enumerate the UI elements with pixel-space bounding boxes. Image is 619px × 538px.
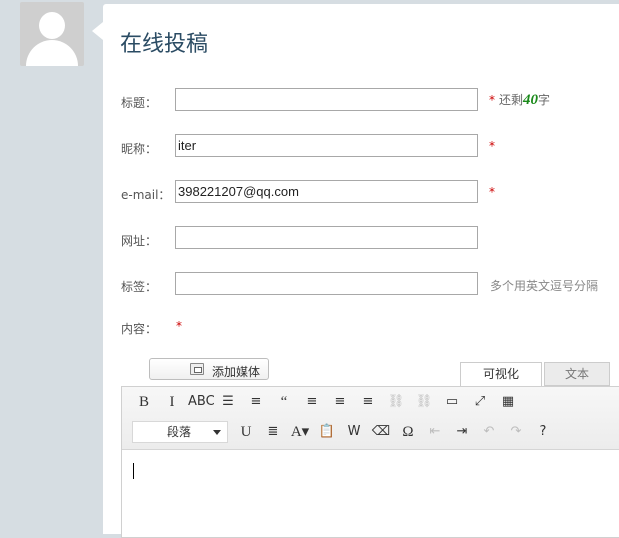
bold-button[interactable]: B	[132, 390, 156, 414]
text-color-button[interactable]: A▾	[288, 420, 312, 444]
submission-card: 在线投稿 标题： * 还剩40字 昵称： * e-mail： * 网址： 标签：…	[103, 4, 619, 538]
content-required-mark: *	[176, 319, 182, 333]
help-button[interactable]: ?	[531, 420, 555, 444]
remaining-count: 40	[523, 92, 539, 108]
justify-button[interactable]: ≣	[261, 420, 285, 444]
avatar-body	[26, 40, 78, 66]
add-media-button[interactable]: 添加媒体	[149, 358, 269, 380]
page-title: 在线投稿	[120, 32, 209, 57]
kitchen-sink-button[interactable]: ▦	[496, 390, 520, 414]
content-label: 内容：	[121, 322, 158, 336]
tags-label: 标签：	[121, 280, 158, 294]
format-select-value: 段落	[167, 425, 192, 439]
url-input[interactable]	[175, 226, 478, 249]
italic-button[interactable]: I	[160, 390, 184, 414]
text-cursor	[133, 463, 134, 479]
nickname-required-mark: *	[489, 139, 495, 153]
chevron-down-icon	[213, 430, 221, 435]
remaining-suffix: 字	[538, 93, 551, 107]
add-media-label: 添加媒体	[212, 365, 261, 379]
tags-hint: 多个用英文逗号分隔	[490, 279, 599, 293]
undo-button[interactable]: ↶	[477, 420, 501, 444]
url-label: 网址：	[121, 234, 158, 248]
media-icon	[190, 363, 204, 375]
insert-link-button[interactable]: ⛓	[384, 390, 408, 414]
title-remaining-hint: 还剩40字	[499, 91, 550, 109]
format-select[interactable]: 段落	[132, 421, 228, 443]
email-required-mark: *	[489, 185, 495, 199]
avatar-head	[39, 12, 65, 39]
clear-format-button[interactable]: ⌫	[369, 420, 393, 444]
nickname-input[interactable]	[175, 134, 478, 157]
title-input[interactable]	[175, 88, 478, 111]
title-label: 标题：	[121, 96, 158, 110]
remaining-prefix: 还剩	[499, 93, 524, 107]
fullscreen-button[interactable]: ⤢	[468, 390, 492, 414]
email-label: e-mail：	[121, 188, 171, 202]
underline-button[interactable]: U	[234, 420, 258, 444]
editor-toolbar: B I ABC ☰ ≡ “≡ ≡ ≡ ⛓ ⛓ ▭ ⤢ ▦ 段落 U ≣ A▾ 📋 W ⌫ Ω ⇤ ⇥ ↶ ↷?	[122, 387, 619, 450]
indent-button[interactable]: ⇥	[450, 420, 474, 444]
tags-input[interactable]	[175, 272, 478, 295]
numbered-list-button[interactable]: ≡	[244, 390, 268, 414]
strikethrough-button[interactable]: ABC	[188, 390, 215, 414]
email-input[interactable]	[175, 180, 478, 203]
nickname-label: 昵称：	[121, 142, 158, 156]
read-more-button[interactable]: ▭	[440, 390, 464, 414]
align-right-button[interactable]: ≡	[356, 390, 380, 414]
title-required-mark: *	[489, 93, 495, 107]
paste-text-button[interactable]: 📋	[315, 420, 339, 444]
redo-button[interactable]: ↷	[504, 420, 528, 444]
content-editor[interactable]: B I ABC ☰ ≡ “≡ ≡ ≡ ⛓ ⛓ ▭ ⤢ ▦ 段落 U ≣ A▾ 📋 W ⌫ Ω ⇤ ⇥ ↶ ↷?	[121, 386, 619, 538]
outdent-button[interactable]: ⇤	[423, 420, 447, 444]
align-left-button[interactable]: ≡	[300, 390, 324, 414]
tab-visual[interactable]: 可视化	[460, 362, 542, 386]
tab-text[interactable]: 文本	[544, 362, 610, 386]
paste-word-button[interactable]: W	[342, 420, 366, 444]
avatar	[20, 2, 84, 66]
blockquote-button[interactable]: “	[272, 390, 296, 414]
special-char-button[interactable]: Ω	[396, 420, 420, 444]
card-arrow	[92, 22, 103, 40]
align-center-button[interactable]: ≡	[328, 390, 352, 414]
remove-link-button[interactable]: ⛓	[412, 390, 436, 414]
bullet-list-button[interactable]: ☰	[216, 390, 240, 414]
